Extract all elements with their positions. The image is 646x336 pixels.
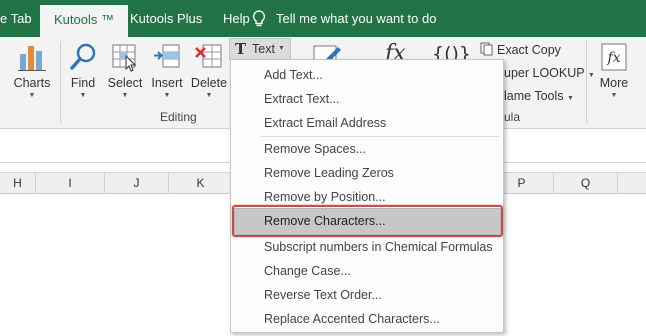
chevron-down-icon: ▼ bbox=[28, 92, 36, 99]
menu-item-extract-email[interactable]: Extract Email Address bbox=[264, 116, 386, 130]
tell-me-text: Tell me what you want to do bbox=[276, 11, 437, 26]
menu-item-remove-spaces[interactable]: Remove Spaces... bbox=[264, 142, 366, 156]
lightbulb-icon bbox=[252, 10, 266, 27]
magnifier-icon bbox=[70, 43, 96, 70]
column-header[interactable]: K bbox=[169, 173, 233, 194]
menu-item-change-case[interactable]: Change Case... bbox=[264, 264, 351, 278]
more-label: More bbox=[599, 76, 629, 90]
exact-copy-button[interactable]: Exact Copy bbox=[480, 42, 561, 57]
text-button[interactable]: T Text ▼ bbox=[229, 38, 291, 60]
find-button[interactable]: Find ▼ bbox=[66, 42, 100, 99]
text-label: Text bbox=[252, 42, 275, 56]
tab-help[interactable]: Help bbox=[223, 0, 250, 37]
chevron-down-icon: ▼ bbox=[121, 92, 129, 99]
super-lookup-button[interactable]: uper LOOKUP ▼ bbox=[504, 66, 595, 80]
delete-cells-icon bbox=[195, 44, 222, 68]
menu-item-remove-by-position[interactable]: Remove by Position... bbox=[264, 190, 386, 204]
delete-label: Delete bbox=[190, 76, 228, 90]
column-header[interactable]: H bbox=[0, 173, 36, 194]
menu-item-reverse-text-order[interactable]: Reverse Text Order... bbox=[264, 288, 382, 302]
fx-box-icon: fx bbox=[601, 43, 627, 71]
menu-item-replace-accented[interactable]: Replace Accented Characters... bbox=[264, 312, 440, 326]
delete-button[interactable]: Delete ▼ bbox=[190, 42, 228, 99]
menu-item-add-text[interactable]: Add Text... bbox=[264, 68, 323, 82]
formula-group-label: ula bbox=[504, 110, 521, 124]
chevron-down-icon: ▼ bbox=[163, 92, 171, 99]
group-separator bbox=[60, 41, 61, 123]
column-header[interactable]: J bbox=[105, 173, 169, 194]
select-cells-icon bbox=[112, 44, 137, 72]
menu-divider bbox=[261, 136, 499, 137]
charts-button[interactable]: Charts ▼ bbox=[12, 42, 52, 99]
insert-label: Insert bbox=[151, 76, 183, 90]
tab-kutools-plus[interactable]: Kutools Plus bbox=[130, 0, 202, 37]
column-header[interactable] bbox=[618, 173, 646, 194]
ribbon-tab-bar: e Tab Kutools ™ Kutools Plus Help Tell m… bbox=[0, 0, 646, 37]
select-label: Select bbox=[107, 76, 143, 90]
insert-button[interactable]: Insert ▼ bbox=[148, 42, 186, 99]
editing-group-label: Editing bbox=[160, 110, 197, 124]
column-header[interactable]: I bbox=[36, 173, 105, 194]
copy-icon bbox=[480, 42, 493, 56]
chevron-down-icon: ▼ bbox=[610, 92, 618, 99]
chevron-down-icon: ▼ bbox=[205, 92, 213, 99]
group-separator bbox=[586, 41, 587, 123]
chevron-down-icon: ▼ bbox=[79, 92, 87, 99]
name-tools-label: lame Tools bbox=[504, 89, 564, 103]
bar-chart-icon bbox=[18, 46, 46, 71]
menu-item-subscript-numbers[interactable]: Subscript numbers in Chemical Formulas bbox=[264, 240, 493, 254]
super-lookup-label: uper LOOKUP bbox=[504, 66, 585, 80]
menu-item-extract-text[interactable]: Extract Text... bbox=[264, 92, 340, 106]
more-button[interactable]: fx More ▼ bbox=[594, 42, 634, 99]
svg-text:fx: fx bbox=[606, 50, 620, 66]
tab-kutools[interactable]: Kutools ™ bbox=[40, 5, 128, 37]
charts-label: Charts bbox=[13, 76, 51, 90]
menu-item-remove-leading-zeros[interactable]: Remove Leading Zeros bbox=[264, 166, 394, 180]
tab-e-tab[interactable]: e Tab bbox=[0, 0, 32, 37]
exact-copy-label: Exact Copy bbox=[497, 43, 561, 57]
menu-item-remove-characters[interactable]: Remove Characters... bbox=[264, 214, 386, 228]
name-tools-button[interactable]: lame Tools ▼ bbox=[504, 89, 574, 103]
text-t-icon: T bbox=[235, 40, 247, 58]
select-button[interactable]: Select ▼ bbox=[106, 42, 144, 99]
column-header[interactable]: Q bbox=[554, 173, 618, 194]
tell-me-search[interactable]: Tell me what you want to do bbox=[252, 0, 437, 37]
insert-cells-icon bbox=[154, 44, 180, 68]
chevron-down-icon: ▼ bbox=[278, 45, 285, 52]
find-label: Find bbox=[70, 76, 96, 90]
text-dropdown-menu: Add Text... Extract Text... Extract Emai… bbox=[230, 59, 504, 333]
chevron-down-icon: ▼ bbox=[567, 95, 574, 102]
